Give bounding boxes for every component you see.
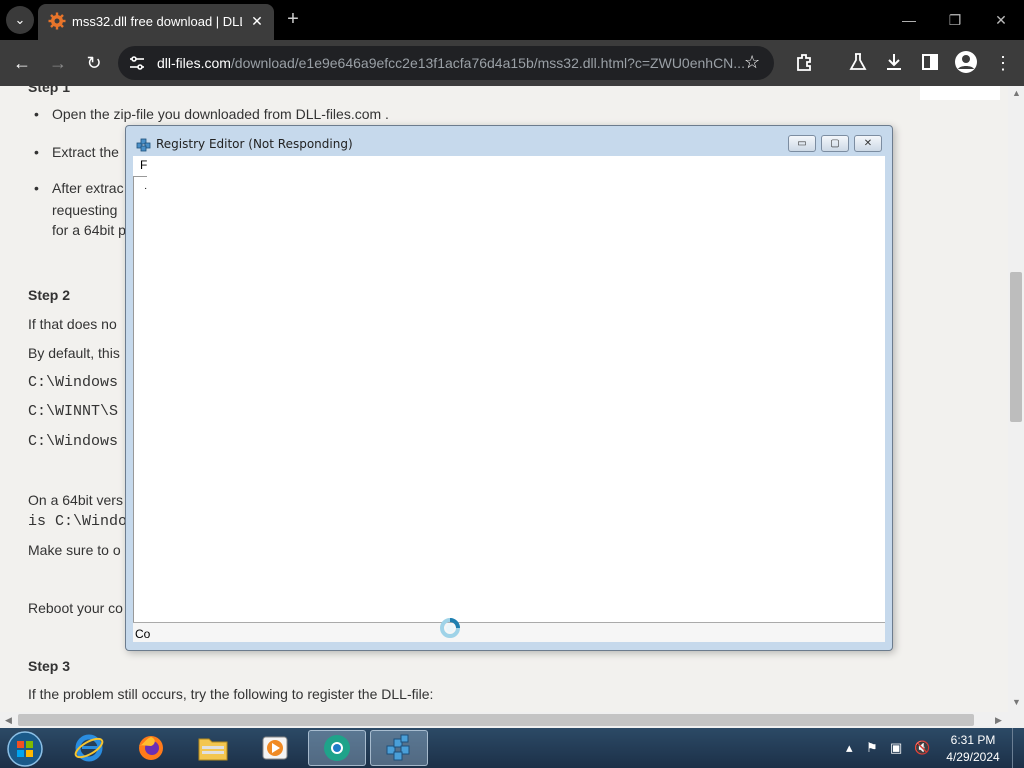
registry-editor-icon — [136, 138, 151, 152]
new-tab-button[interactable]: + — [282, 8, 304, 30]
volume-muted-icon[interactable]: 🔇 — [914, 740, 930, 756]
tab-title: mss32.dll free download | DLL — [72, 14, 242, 29]
regedit-menu-file[interactable]: F — [140, 158, 147, 172]
step2-heading: Step 2 — [28, 287, 71, 303]
step2-line-1: If that does no — [28, 316, 117, 332]
taskbar-media-player[interactable] — [246, 730, 304, 766]
taskbar-registry-editor[interactable] — [370, 730, 428, 766]
vertical-scroll-thumb[interactable] — [1010, 272, 1022, 422]
step2-path-1: C:\Windows — [28, 374, 119, 391]
registry-editor-title: Registry Editor (Not Responding) — [156, 137, 353, 151]
download-icon[interactable] — [884, 52, 904, 72]
show-hidden-icons-icon[interactable]: ▴ — [846, 740, 853, 756]
regedit-minimize-button[interactable]: ▭ — [788, 135, 816, 152]
network-icon[interactable]: ▣ — [890, 740, 902, 756]
step2-path-2: C:\WINNT\S — [28, 403, 119, 420]
browser-toolbar: ← → ↻ dll-files.com/download/e1e9e646a9e… — [0, 40, 1024, 86]
registry-editor-client-area: F · Co — [133, 156, 885, 642]
step3-line: If the problem still occurs, try the fol… — [28, 686, 434, 702]
side-panel-icon[interactable] — [920, 52, 940, 72]
scroll-right-arrow-icon[interactable]: ▶ — [995, 715, 1002, 726]
taskbar-chrome[interactable] — [308, 730, 366, 766]
url-path: /download/e1e9e646a9efcc2e13f1acfa76d4a1… — [230, 55, 745, 71]
regedit-close-button[interactable]: ✕ — [854, 135, 882, 152]
horizontal-scroll-thumb[interactable] — [18, 714, 974, 726]
registry-editor-taskbar-icon — [386, 734, 410, 761]
clock-time[interactable]: 6:31 PM — [940, 733, 1006, 747]
clock-date[interactable]: 4/29/2024 — [940, 750, 1006, 764]
scroll-up-arrow-icon[interactable]: ▲ — [1012, 88, 1021, 98]
step2-line-reboot: Reboot your co — [28, 600, 123, 616]
step1-bullet-3-line3: for a 64bit p — [52, 222, 126, 238]
regedit-status-text: Co — [135, 627, 151, 641]
step2-line-2: By default, this — [28, 345, 120, 361]
taskbar-firefox[interactable] — [122, 730, 180, 766]
regedit-status-bar: Co — [133, 622, 885, 642]
step2-line-64bit: On a 64bit vers — [28, 492, 123, 508]
step2-path-3: C:\Windows — [28, 433, 119, 450]
window-restore-button[interactable]: ❐ — [940, 8, 970, 32]
dll-files-favicon-icon — [48, 12, 66, 30]
step1-bullet-2: Extract the — [34, 144, 119, 160]
site-info-icon[interactable] — [128, 54, 146, 72]
step2-line-make-sure: Make sure to o — [28, 542, 121, 558]
labs-flask-icon[interactable] — [848, 52, 868, 72]
regedit-tree-fragment: · — [144, 183, 148, 194]
address-bar[interactable]: dll-files.com/download/e1e9e646a9efcc2e1… — [118, 46, 774, 80]
chevron-down-icon: ⌄ — [14, 12, 26, 27]
forward-arrow-icon[interactable]: → — [45, 50, 71, 76]
browser-menu-icon[interactable]: ⋮ — [990, 50, 1016, 76]
busy-cursor-icon — [440, 618, 460, 638]
chrome-icon — [324, 735, 350, 761]
url-text: dll-files.com/download/e1e9e646a9efcc2e1… — [157, 55, 747, 71]
back-arrow-icon[interactable]: ← — [9, 50, 35, 76]
tab-close-icon[interactable]: ✕ — [248, 12, 266, 30]
tab-search-button[interactable]: ⌄ — [6, 6, 34, 34]
taskbar-internet-explorer[interactable] — [60, 730, 118, 766]
window-minimize-button[interactable]: — — [894, 8, 924, 32]
action-center-flag-icon[interactable]: ⚑ — [866, 740, 878, 756]
step3-heading: Step 3 — [28, 658, 71, 674]
media-player-icon — [262, 736, 288, 760]
taskbar-file-explorer[interactable] — [184, 730, 242, 766]
folder-icon — [198, 738, 228, 761]
regedit-maximize-button[interactable]: ▢ — [821, 135, 849, 152]
system-tray: ▴ ⚑ ▣ 🔇 — [842, 728, 942, 768]
internet-explorer-icon — [74, 734, 104, 762]
step2-path-64bit: is C:\Window — [28, 513, 137, 530]
step1-heading: Step 1 — [28, 86, 71, 95]
scroll-down-arrow-icon[interactable]: ▼ — [1012, 697, 1021, 707]
registry-editor-window[interactable]: Registry Editor (Not Responding) ▭ ▢ ✕ F… — [125, 125, 893, 651]
extensions-icon[interactable] — [794, 52, 814, 72]
browser-tab-active[interactable]: mss32.dll free download | DLL ✕ — [38, 4, 274, 40]
show-desktop-button[interactable] — [1012, 728, 1024, 768]
firefox-icon — [139, 736, 163, 760]
ad-placeholder — [920, 86, 1000, 100]
regedit-tree-pane: · — [133, 176, 147, 622]
taskbar: ▴ ⚑ ▣ 🔇 6:31 PM 4/29/2024 — [0, 728, 1024, 768]
profile-avatar-icon[interactable] — [954, 50, 978, 74]
step1-bullet-3: After extrac — [34, 180, 123, 196]
step1-bullet-3-line2: requesting — [52, 202, 118, 218]
bookmark-star-icon[interactable]: ☆ — [744, 52, 760, 73]
window-close-button[interactable]: ✕ — [986, 8, 1016, 32]
browser-tab-bar: ⌄ mss32.dll free download | DLL ✕ + — ❐ … — [0, 0, 1024, 40]
reload-icon[interactable]: ↻ — [81, 50, 107, 76]
start-button-icon[interactable] — [6, 730, 44, 768]
step1-bullet-1: Open the zip-file you downloaded from DL… — [34, 106, 389, 122]
scroll-left-arrow-icon[interactable]: ◀ — [5, 715, 12, 726]
url-host: dll-files.com — [157, 55, 231, 71]
